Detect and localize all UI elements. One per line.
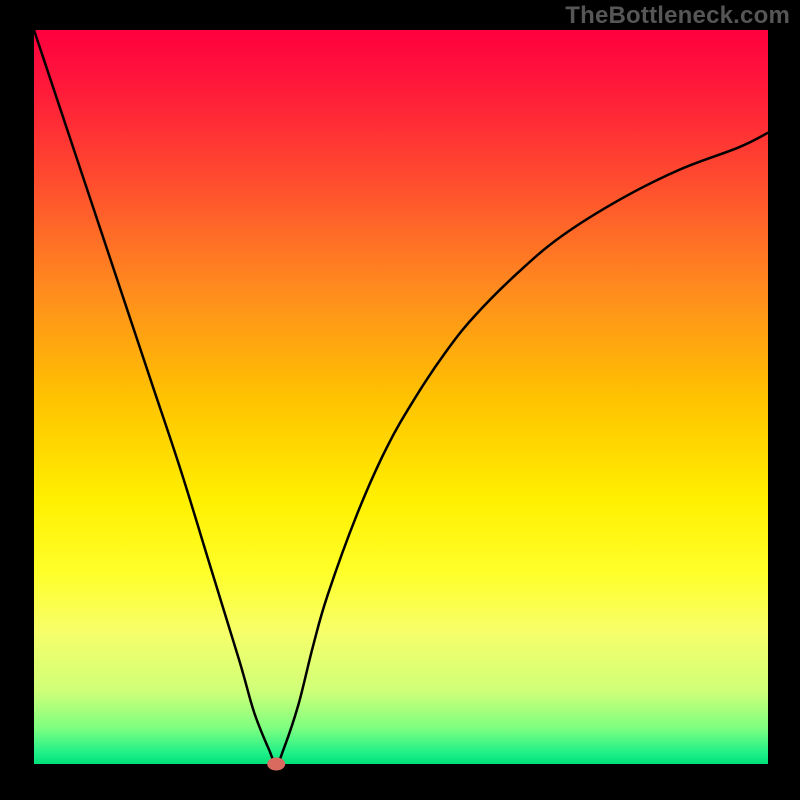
chart-frame: { "watermark": "TheBottleneck.com", "col… [0, 0, 800, 800]
plot-background [34, 30, 768, 764]
watermark-text: TheBottleneck.com [565, 2, 790, 30]
optimum-marker [267, 758, 285, 771]
bottleneck-chart [0, 0, 800, 800]
